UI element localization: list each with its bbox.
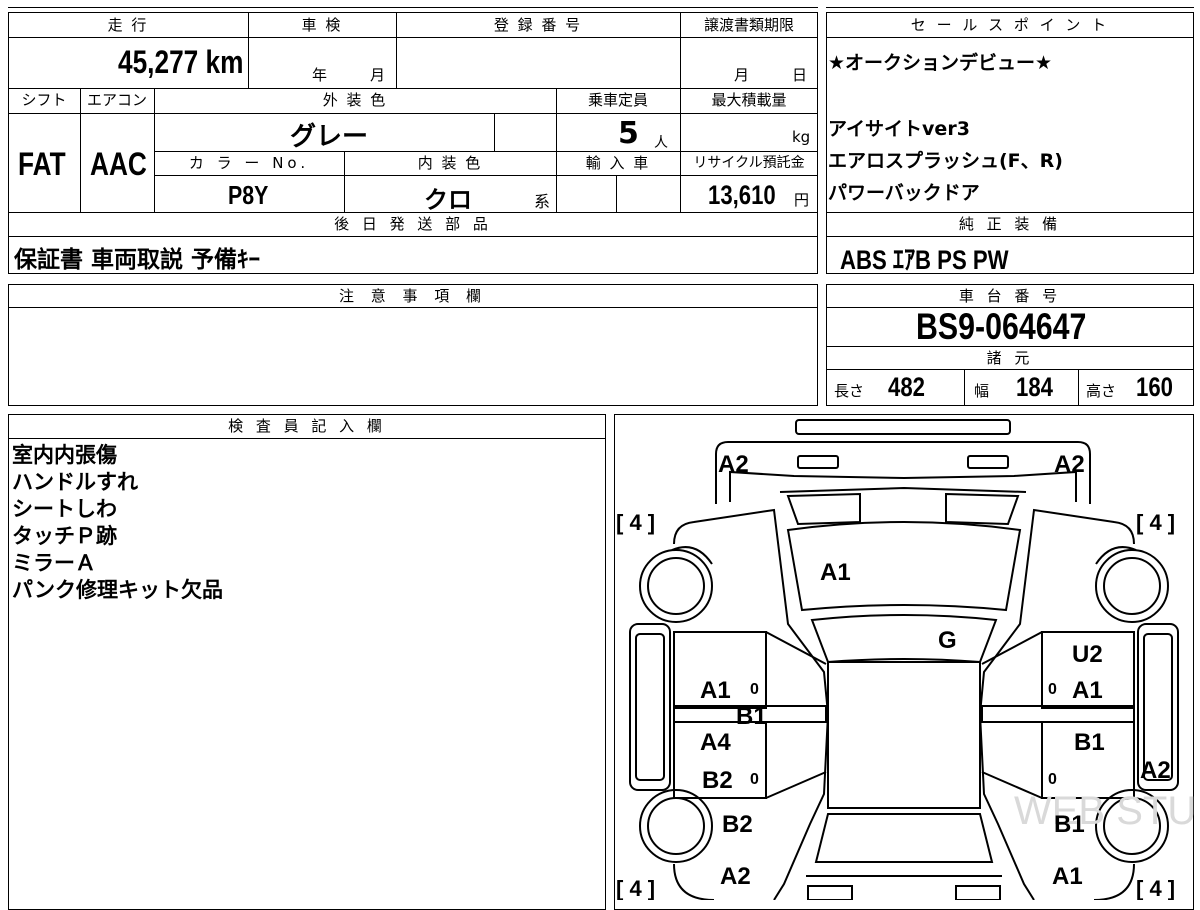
recycle-label: リサイクル預託金 <box>693 155 805 171</box>
mark-left-rear-corner: A2 <box>720 863 751 890</box>
interior-color-label: 内 装 色 <box>417 154 483 172</box>
small-zero: 0 <box>1048 681 1057 698</box>
height-value: 160 <box>1136 372 1173 402</box>
aircon-label: エアコン <box>86 91 147 109</box>
sales-point-line: ★オークションデビュー★ <box>828 52 1053 74</box>
shift-value: FAT <box>18 146 66 182</box>
registration-label: 登 録 番 号 <box>493 16 583 34</box>
inspector-note: ミラーＡ <box>12 551 96 575</box>
mark-left-rear-door-2: B2 <box>702 767 733 794</box>
inspection-label: 車 検 <box>301 16 343 34</box>
width-value: 184 <box>1016 372 1053 402</box>
color-no-label: カ ラ ー No. <box>188 154 310 172</box>
chassis-label: 車 台 番 号 <box>958 287 1062 305</box>
mark-right-front-door-2: A1 <box>1072 677 1103 704</box>
tire-mark-rear-right: [ 4 ] <box>1136 876 1175 900</box>
chassis-number: BS9-064647 <box>916 306 1087 347</box>
inspector-note: ハンドルすれ <box>12 470 138 494</box>
recycle-unit: 円 <box>794 191 810 209</box>
capacity-label: 乗車定員 <box>587 91 648 109</box>
top-strip-right <box>826 0 1194 8</box>
genuine-equipment-label: 純 正 装 備 <box>958 215 1062 233</box>
mark-right-side: A2 <box>1140 757 1171 784</box>
mark-left-front-door-2: B1 <box>736 703 767 730</box>
sales-points-label: セ ー ル ス ポ イ ン ト <box>910 16 1110 34</box>
tire-mark-rear-left: [ 4 ] <box>616 876 655 900</box>
inspector-note: タッチＰ跡 <box>12 524 117 548</box>
diagram-watermark: WEB STUDIO <box>1014 789 1194 833</box>
genuine-equipment-value: ABS ｴｱB PS PW <box>840 245 1009 275</box>
small-zero: 0 <box>750 681 759 698</box>
mark-front-right-corner: A2 <box>1054 451 1085 478</box>
mark-front-left-corner: A2 <box>718 451 749 478</box>
inspector-note: 室内内張傷 <box>12 443 117 467</box>
inspector-note: パンク修理キット欠品 <box>12 578 224 602</box>
inspection-month-unit: 月 <box>370 66 386 84</box>
exterior-color-value: グレー <box>290 122 369 152</box>
max-load-label: 最大積載量 <box>711 91 787 109</box>
small-zero: 0 <box>1048 771 1057 788</box>
recycle-value: 13,610 <box>708 180 776 210</box>
mileage-value: 45,277 km <box>118 44 244 80</box>
mark-left-rear-fender: B2 <box>722 811 753 838</box>
interior-color-suffix: 系 <box>534 192 551 211</box>
later-parts-value: 保証書 車両取説 予備ｷｰ <box>14 247 261 273</box>
mark-right-front-door-1: U2 <box>1072 641 1103 668</box>
capacity-value: 5 <box>618 116 639 151</box>
inspector-label: 検 査 員 記 入 欄 <box>228 417 386 435</box>
inspection-year-unit: 年 <box>312 66 328 84</box>
mileage-label: 走 行 <box>107 16 149 34</box>
later-parts-label: 後 日 発 送 部 品 <box>334 215 492 233</box>
capacity-unit: 人 <box>654 135 668 151</box>
mark-right-rear-corner: A1 <box>1052 863 1083 890</box>
transfer-day-unit: 日 <box>792 66 808 84</box>
mark-right-rear-fender: B1 <box>1054 811 1085 838</box>
sales-point-line: エアロスプラッシュ(F、R) <box>828 150 1063 172</box>
length-value: 482 <box>888 372 925 402</box>
mark-left-front-door: A1 <box>700 677 731 704</box>
sales-point-line: アイサイトver3 <box>828 118 970 140</box>
car-diagram: WEB STUDIO A2 A2 A1 G A1 B1 A4 B2 B2 A2 … <box>616 419 1194 900</box>
specs-label: 諸 元 <box>986 349 1034 367</box>
aircon-value: AAC <box>90 146 147 182</box>
exterior-color-label: 外 装 色 <box>322 91 388 109</box>
import-label: 輸 入 車 <box>585 154 651 172</box>
mark-right-rear-door: B1 <box>1074 729 1105 756</box>
tire-mark-front-right: [ 4 ] <box>1136 510 1175 535</box>
max-load-unit: kg <box>792 128 811 146</box>
mark-roof: G <box>938 627 957 654</box>
width-label: 幅 <box>974 382 990 400</box>
notes-label: 注 意 事 項 欄 <box>338 287 488 305</box>
mark-windshield: A1 <box>820 559 851 586</box>
small-zero: 0 <box>750 771 759 788</box>
transfer-deadline-label: 譲渡書類期限 <box>703 16 794 34</box>
inspector-note: シートしわ <box>12 497 117 521</box>
interior-color-value: クロ <box>424 186 472 214</box>
top-strip <box>8 0 818 8</box>
mark-left-rear-door-1: A4 <box>700 729 731 756</box>
sales-point-line: パワーバックドア <box>828 182 980 204</box>
length-label: 長さ <box>834 382 865 400</box>
shift-label: シフト <box>21 91 67 109</box>
height-label: 高さ <box>1086 382 1117 400</box>
color-no-value: P8Y <box>228 180 269 210</box>
transfer-month-unit: 月 <box>734 66 750 84</box>
tire-mark-front-left: [ 4 ] <box>616 510 655 535</box>
